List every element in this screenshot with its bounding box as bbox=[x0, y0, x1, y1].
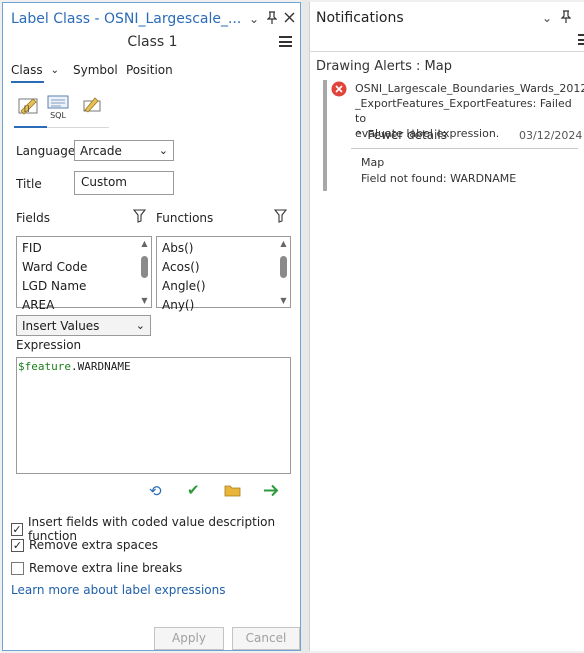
sub-tab-divider bbox=[47, 127, 109, 128]
expression-label: Expression bbox=[16, 338, 82, 352]
learn-more-link[interactable]: Learn more about label expressions bbox=[11, 583, 226, 597]
arrow-right-icon[interactable] bbox=[263, 484, 280, 500]
tab-position[interactable]: Position bbox=[126, 63, 173, 77]
insert-values-dropdown[interactable]: Insert Values ⌄ bbox=[16, 315, 151, 336]
scroll-up-icon[interactable]: ▲ bbox=[139, 238, 150, 249]
fewer-details-toggle[interactable]: ⌃ Fewer details bbox=[354, 128, 447, 142]
checkbox-unchecked[interactable] bbox=[11, 561, 24, 575]
menu-icon[interactable] bbox=[279, 36, 292, 47]
alert-message-line: OSNI_Largescale_Boundaries_Wards_2012 bbox=[355, 82, 584, 95]
alert-accent-bar bbox=[323, 80, 327, 191]
functions-label: Functions bbox=[156, 211, 214, 225]
tab-symbol[interactable]: Symbol bbox=[73, 63, 118, 77]
fields-scrollbar[interactable]: ▲ ▼ bbox=[139, 238, 150, 306]
title-input[interactable]: Custom bbox=[74, 171, 174, 195]
tab-active-indicator bbox=[11, 81, 44, 83]
alert-message-line: _ExportFeatures_ExportFeatures: Failed t… bbox=[355, 97, 572, 125]
chevron-down-icon[interactable]: ⌄ bbox=[542, 11, 552, 25]
tab-class-label: Class bbox=[11, 63, 43, 77]
open-folder-icon[interactable] bbox=[224, 484, 241, 500]
python-tab-icon[interactable] bbox=[79, 93, 105, 120]
error-icon bbox=[331, 81, 347, 100]
chevron-up-icon: ⌃ bbox=[354, 129, 363, 141]
alert-details: Map Field not found: WARDNAME bbox=[361, 155, 516, 187]
function-item[interactable]: Angle() bbox=[157, 277, 290, 296]
notifications-pane: Notifications ⌄ Drawing Alerts : Map OSN… bbox=[309, 2, 584, 651]
detail-line: Field not found: WARDNAME bbox=[361, 172, 517, 185]
pane-title: Label Class - OSNI_Largescale_... bbox=[11, 11, 242, 27]
expression-tab-icon[interactable]: [] bbox=[15, 93, 41, 120]
functions-list[interactable]: Abs() Acos() Angle() Any() ▲ ▼ bbox=[156, 236, 291, 312]
undo-icon[interactable]: ⟲ bbox=[149, 482, 162, 500]
scroll-thumb[interactable] bbox=[280, 256, 287, 278]
title-label: Title bbox=[16, 177, 42, 191]
scroll-up-icon[interactable]: ▲ bbox=[278, 238, 289, 249]
sub-tab-active-indicator bbox=[14, 126, 47, 128]
fields-list[interactable]: FID Ward Code LGD Name AREA ▲ ▼ bbox=[16, 236, 152, 312]
option-label: Remove extra line breaks bbox=[29, 561, 183, 575]
apply-button[interactable]: Apply bbox=[154, 627, 224, 650]
functions-scrollbar[interactable]: ▲ ▼ bbox=[278, 238, 289, 306]
alert-date: 03/12/2024 bbox=[519, 129, 583, 142]
menu-icon[interactable] bbox=[578, 34, 584, 45]
header-divider bbox=[310, 51, 584, 52]
insert-values-label: Insert Values bbox=[22, 318, 100, 333]
language-label: Language bbox=[16, 144, 76, 158]
function-item[interactable]: Acos() bbox=[157, 258, 290, 277]
chevron-down-icon: ⌄ bbox=[158, 144, 168, 157]
cancel-button[interactable]: Cancel bbox=[232, 627, 300, 650]
close-icon[interactable] bbox=[284, 12, 295, 26]
scroll-down-icon[interactable]: ▼ bbox=[139, 295, 150, 306]
checkbox-checked[interactable]: ✓ bbox=[11, 522, 23, 536]
chevron-down-icon: ⌄ bbox=[50, 64, 59, 76]
option-remove-extra-spaces[interactable]: ✓ Remove extra spaces bbox=[11, 538, 158, 552]
sql-tab-icon[interactable]: SQL bbox=[45, 95, 71, 120]
field-item[interactable]: AREA bbox=[17, 296, 151, 315]
option-remove-extra-line-breaks[interactable]: Remove extra line breaks bbox=[11, 561, 182, 575]
checkbox-checked[interactable]: ✓ bbox=[11, 538, 24, 552]
class-name: Class 1 bbox=[127, 34, 178, 50]
notifications-title: Notifications bbox=[316, 10, 404, 26]
expression-editor[interactable]: $feature.WARDNAME bbox=[16, 357, 291, 474]
language-select[interactable]: Arcade ⌄ bbox=[74, 140, 174, 161]
function-item[interactable]: Abs() bbox=[157, 239, 290, 258]
pin-icon[interactable] bbox=[560, 10, 572, 27]
verify-check-icon[interactable]: ✔ bbox=[187, 481, 200, 499]
fields-filter-icon[interactable] bbox=[132, 209, 147, 226]
chevron-down-icon: ⌄ bbox=[135, 319, 145, 332]
scroll-thumb[interactable] bbox=[141, 256, 148, 278]
fewer-details-label: Fewer details bbox=[367, 128, 447, 142]
field-item[interactable]: FID bbox=[17, 239, 151, 258]
field-item[interactable]: LGD Name bbox=[17, 277, 151, 296]
detail-line: Map bbox=[361, 156, 385, 169]
chevron-down-icon[interactable]: ⌄ bbox=[249, 12, 259, 26]
sql-label: SQL bbox=[50, 111, 66, 120]
functions-filter-icon[interactable] bbox=[273, 209, 288, 226]
details-divider bbox=[351, 148, 578, 149]
expression-keyword: $feature bbox=[18, 360, 71, 373]
tab-class[interactable]: Class ⌄ bbox=[11, 63, 59, 77]
function-item[interactable]: Any() bbox=[157, 296, 290, 315]
scroll-down-icon[interactable]: ▼ bbox=[278, 295, 289, 306]
pin-icon[interactable] bbox=[266, 11, 278, 28]
label-class-pane: Label Class - OSNI_Largescale_... ⌄ Clas… bbox=[2, 2, 301, 651]
pane-splitter[interactable] bbox=[301, 0, 309, 653]
svg-text:[]: [] bbox=[24, 105, 30, 113]
field-item[interactable]: Ward Code bbox=[17, 258, 151, 277]
fields-label: Fields bbox=[16, 211, 50, 225]
option-label: Remove extra spaces bbox=[29, 538, 159, 552]
language-value: Arcade bbox=[80, 143, 122, 158]
expression-field: .WARDNAME bbox=[70, 360, 131, 373]
drawing-alerts-group-title: Drawing Alerts : Map bbox=[316, 59, 452, 74]
